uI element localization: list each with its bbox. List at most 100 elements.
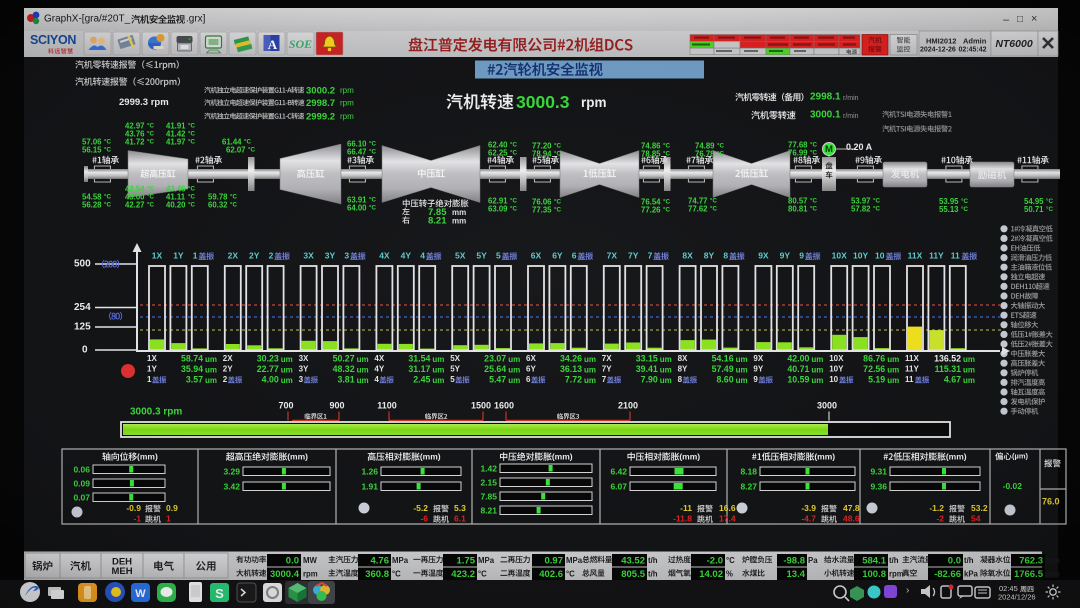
svg-text:62.25: 62.25 [488,148,508,157]
svg-text:°C: °C [663,142,670,149]
svg-text:-11: -11 [680,503,692,513]
svg-text:°C: °C [188,130,195,137]
svg-text:100.8: 100.8 [862,569,886,580]
svg-text:°C: °C [369,196,376,203]
svg-text:um: um [432,365,444,374]
svg-text:Admin: Admin [963,37,987,46]
svg-text:°C: °C [873,197,880,204]
svg-text:°C: °C [726,556,735,565]
svg-text:43.52: 43.52 [621,555,645,566]
svg-text:°C: °C [104,193,111,200]
svg-text:3000.3 rpm: 3000.3 rpm [130,407,182,418]
svg-text:72.56: 72.56 [863,364,885,374]
svg-text:36.13: 36.13 [560,364,582,374]
svg-text:°C: °C [710,205,717,212]
svg-text:-1.2: -1.2 [929,503,944,513]
svg-text:6X: 6X [531,251,542,261]
svg-text:6X: 6X [526,354,536,363]
svg-text:S: S [215,586,224,601]
svg-text:um: um [281,376,293,385]
svg-text:76.0: 76.0 [1042,496,1060,506]
svg-text:423.2: 423.2 [451,569,475,580]
svg-text:um: um [281,355,293,364]
svg-text:□: □ [1017,14,1023,25]
svg-text:4X: 4X [374,354,384,363]
svg-text:6.07: 6.07 [610,482,627,492]
svg-text:54: 54 [971,514,981,524]
svg-text:um: um [508,365,520,374]
svg-text:rpm: rpm [340,86,354,95]
svg-text:11: 11 [905,375,914,384]
svg-text:86.76: 86.76 [863,354,885,364]
svg-text:584.1: 584.1 [862,555,886,566]
svg-text:8.21: 8.21 [480,506,497,516]
svg-text:14.02: 14.02 [699,569,723,580]
svg-text:A: A [268,37,278,52]
svg-text:9.36: 9.36 [870,482,887,492]
svg-text:-6: -6 [420,514,428,524]
svg-text:125: 125 [74,322,91,333]
svg-text:rpm: rpm [340,112,354,121]
svg-text:3X: 3X [303,251,314,261]
svg-text:rpm: rpm [581,95,607,110]
svg-text:1X: 1X [147,354,157,363]
svg-text:16.6: 16.6 [719,503,736,513]
svg-text:8: 8 [723,251,728,261]
svg-text:um: um [811,365,823,374]
svg-text:10Y: 10Y [829,365,844,374]
svg-text:11Y: 11Y [929,251,944,261]
svg-text:rpm: rpm [340,99,354,108]
svg-text:›: › [906,585,909,596]
svg-text:-0.9: -0.9 [126,503,141,513]
svg-text:78.85: 78.85 [641,149,661,158]
svg-text:34.26: 34.26 [560,354,582,364]
svg-text:kPa: kPa [964,569,979,578]
svg-text:4X: 4X [379,251,390,261]
svg-text:25.64: 25.64 [484,364,506,374]
svg-text:um: um [584,355,596,364]
svg-text:0.97: 0.97 [545,555,564,566]
svg-text:°C: °C [188,201,195,208]
svg-text:°C: °C [810,197,817,204]
svg-text:7Y: 7Y [628,251,639,261]
svg-text:3000.4: 3000.4 [270,569,300,580]
svg-text:°C: °C [188,122,195,129]
svg-text:°C: °C [510,149,517,156]
svg-text:um: um [432,376,444,385]
svg-text:6.42: 6.42 [610,467,627,477]
svg-text:4.67: 4.67 [944,375,961,385]
svg-text:°C: °C [663,150,670,157]
svg-text:254: 254 [74,302,91,313]
svg-text:0.0: 0.0 [948,555,961,566]
svg-text:1600: 1600 [494,400,514,410]
svg-text:°C: °C [554,142,561,149]
svg-text:5Y: 5Y [450,365,460,374]
svg-text:MPa: MPa [566,556,583,565]
svg-text:1Y: 1Y [173,251,184,261]
svg-text:MPa: MPa [478,556,495,565]
svg-text:(mm): (mm) [946,452,967,462]
svg-text:rpm: rpm [303,569,318,578]
svg-text:um: um [584,376,596,385]
svg-text:um: um [205,365,217,374]
svg-text:-4.7: -4.7 [801,514,816,524]
svg-text:um: um [736,365,748,374]
svg-text:10Y: 10Y [853,251,868,261]
svg-text:-3.9: -3.9 [801,503,816,513]
svg-text:115.31: 115.31 [935,364,962,374]
svg-text:42.00: 42.00 [787,354,809,364]
svg-text:(mm): (mm) [287,452,308,462]
svg-text:40.71: 40.71 [787,364,809,374]
svg-text:402.6: 402.6 [539,569,563,580]
svg-text:3.57: 3.57 [186,375,203,385]
svg-text:4.76: 4.76 [371,555,390,566]
svg-text:7.72: 7.72 [565,375,582,385]
svg-text:11: 11 [951,251,960,261]
svg-text:°C: °C [663,198,670,205]
svg-text:54.16: 54.16 [712,354,734,364]
svg-text:SCIYON: SCIYON [30,33,76,47]
svg-text:(mm): (mm) [420,452,441,462]
svg-text:1500: 1500 [471,400,491,410]
svg-text:7Y: 7Y [602,365,612,374]
svg-text:(µm): (µm) [1012,452,1028,461]
